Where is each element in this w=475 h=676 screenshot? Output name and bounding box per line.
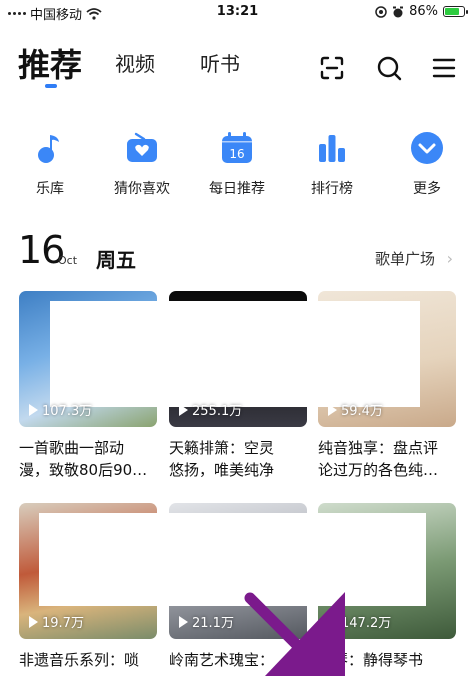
playlist-cover[interactable]: 21.1万 <box>169 503 307 639</box>
playlist-cover[interactable]: 19.7万 <box>19 503 157 639</box>
redaction-block <box>169 513 307 606</box>
playlist-title[interactable]: 纯音独享：盘点评 论过万的各色纯… <box>318 437 456 481</box>
title-line: 古琴：静得琴书 <box>318 651 424 669</box>
playlist-card[interactable]: 59.4万 纯音独享：盘点评 论过万的各色纯… <box>318 291 456 481</box>
radio-heart-icon <box>127 132 157 162</box>
title-line: 非遗音乐系列：唢 <box>19 651 140 669</box>
shortcut-label: 乐库 <box>36 181 64 197</box>
playlist-card[interactable]: 147.2万 古琴：静得琴书 <box>318 503 456 671</box>
play-count: 59.4万 <box>328 400 383 419</box>
redaction-block <box>318 301 420 407</box>
play-count-text: 21.1万 <box>192 616 234 631</box>
playlist-square-link[interactable]: 歌单广场 <box>375 248 435 269</box>
playlist-card[interactable]: 19.7万 非遗音乐系列：唢 <box>19 503 157 671</box>
tab-video[interactable]: 视频 <box>115 48 155 77</box>
playlist-title[interactable]: 古琴：静得琴书 <box>318 649 456 671</box>
chevron-down-circle-icon <box>411 132 443 164</box>
title-line: 漫，致敬80后90… <box>19 461 148 479</box>
chevron-right-icon[interactable]: › <box>447 249 453 268</box>
playlist-title[interactable]: 岭南艺术瑰宝： <box>169 649 307 671</box>
redaction-block <box>50 301 157 407</box>
music-note-icon <box>38 135 59 163</box>
play-count: 147.2万 <box>328 612 391 631</box>
title-line: 论过万的各色纯… <box>318 461 439 479</box>
title-line: 悠扬，唯美纯净 <box>169 461 275 479</box>
play-icon <box>29 403 38 416</box>
playlist-title[interactable]: 天籁排箫：空灵 悠扬，唯美纯净 <box>169 437 307 481</box>
playlist-cover[interactable]: 255.1万 <box>169 291 307 427</box>
tab-active-indicator <box>45 84 57 88</box>
play-icon <box>328 615 337 628</box>
date-weekday: 周五 <box>96 248 136 272</box>
title-line: 天籁排箫：空灵 <box>169 439 275 457</box>
redaction-block <box>169 301 307 407</box>
play-count-text: 59.4万 <box>341 404 383 419</box>
play-count: 19.7万 <box>29 612 84 631</box>
play-icon <box>29 615 38 628</box>
playlist-cover[interactable]: 107.3万 <box>19 291 157 427</box>
shortcut-music-library[interactable]: 乐库 <box>10 130 90 198</box>
menu-icon[interactable] <box>430 54 458 82</box>
location-lock-icon <box>375 5 387 18</box>
play-icon <box>179 403 188 416</box>
play-count-text: 19.7万 <box>42 616 84 631</box>
alarm-icon <box>393 6 404 17</box>
play-count: 255.1万 <box>179 400 242 419</box>
shortcut-row: 乐库 猜你喜欢 16 每日推荐 排行榜 更多 <box>0 130 475 210</box>
redaction-block <box>39 513 157 606</box>
search-icon[interactable] <box>375 54 403 82</box>
playlist-card[interactable]: 21.1万 岭南艺术瑰宝： <box>169 503 307 671</box>
redaction-block <box>318 513 426 606</box>
play-icon <box>179 615 188 628</box>
shortcut-label: 排行榜 <box>311 181 353 197</box>
status-bar: 中国移动 13:21 86% <box>0 0 475 26</box>
play-count-text: 107.3万 <box>42 404 93 419</box>
playlist-title[interactable]: 一首歌曲一部动 漫，致敬80后90… <box>19 437 157 481</box>
play-icon <box>328 403 337 416</box>
play-count-text: 255.1万 <box>192 404 243 419</box>
shortcut-label: 猜你喜欢 <box>114 181 170 197</box>
playlist-title[interactable]: 非遗音乐系列：唢 <box>19 649 157 671</box>
shortcut-label: 更多 <box>413 181 441 197</box>
play-count: 21.1万 <box>179 612 234 631</box>
shortcut-charts[interactable]: 排行榜 <box>292 130 372 198</box>
shortcut-guess-you-like[interactable]: 猜你喜欢 <box>102 130 182 198</box>
battery-icon <box>443 6 468 17</box>
top-nav: 推荐 视频 听书 <box>0 40 475 100</box>
playlist-card[interactable]: 107.3万 一首歌曲一部动 漫，致敬80后90… <box>19 291 157 481</box>
title-line: 纯音独享：盘点评 <box>318 439 439 457</box>
title-line: 一首歌曲一部动 <box>19 439 125 457</box>
shortcut-daily-recommend[interactable]: 16 每日推荐 <box>197 130 277 198</box>
tab-audiobook[interactable]: 听书 <box>200 48 240 77</box>
date-month: Oct <box>58 254 78 267</box>
tab-recommend[interactable]: 推荐 <box>18 40 82 86</box>
calendar-icon: 16 <box>222 132 252 163</box>
battery-percent: 86% <box>409 4 438 19</box>
calendar-badge: 16 <box>229 147 244 161</box>
scan-icon[interactable] <box>318 54 346 82</box>
play-count-text: 147.2万 <box>341 616 392 631</box>
shortcut-label: 每日推荐 <box>209 181 265 197</box>
play-count: 107.3万 <box>29 400 92 419</box>
title-line: 岭南艺术瑰宝： <box>169 651 275 669</box>
date-header: 16 Oct 周五 歌单广场 › <box>0 228 475 278</box>
bar-chart-icon <box>319 135 345 162</box>
playlist-cover[interactable]: 59.4万 <box>318 291 456 427</box>
shortcut-more[interactable]: 更多 <box>387 130 467 198</box>
playlist-card[interactable]: 255.1万 天籁排箫：空灵 悠扬，唯美纯净 <box>169 291 307 481</box>
playlist-cover[interactable]: 147.2万 <box>318 503 456 639</box>
